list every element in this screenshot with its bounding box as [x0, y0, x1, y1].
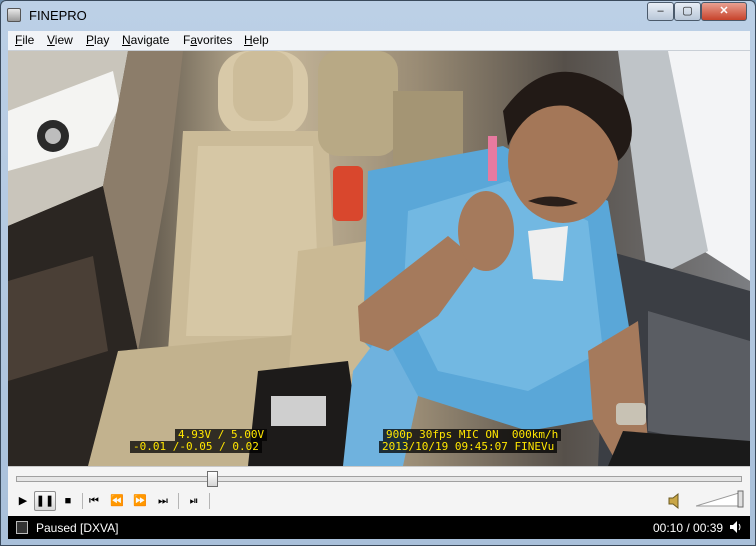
time-display: 00:10 / 00:39	[653, 521, 724, 535]
menu-help[interactable]: Help	[244, 33, 269, 47]
osd-timestamp: 2013/10/19 09:45:07 FINEVu	[379, 441, 558, 453]
volume-slider[interactable]	[696, 490, 744, 508]
menu-file[interactable]: File	[15, 33, 34, 47]
menu-view[interactable]: View	[47, 33, 73, 47]
stop-button[interactable]: ■	[57, 491, 79, 511]
close-button[interactable]: ✕	[701, 2, 747, 21]
menu-bar: File View Play Navigate Favorites Help	[8, 31, 750, 51]
separator	[178, 493, 179, 509]
file-icon	[16, 521, 28, 534]
seek-bar[interactable]	[16, 476, 742, 482]
title-bar[interactable]: FINEPRO ‒ ▢ ✕	[1, 1, 755, 29]
playback-controls: ▶ ❚❚ ■ ⏮ ⏪ ⏩ ⏭ ⏯	[8, 466, 750, 516]
menu-navigate[interactable]: Navigate	[122, 33, 169, 47]
minimize-button[interactable]: ‒	[647, 2, 674, 21]
menu-play[interactable]: Play	[86, 33, 109, 47]
pause-button[interactable]: ❚❚	[34, 491, 56, 511]
dashcam-scene	[8, 51, 750, 466]
next-button[interactable]: ⏭	[152, 491, 174, 511]
maximize-button[interactable]: ▢	[674, 2, 701, 21]
app-icon	[7, 8, 21, 22]
video-frame[interactable]: 4.93V / 5.00V -0.01 /-0.05 / 0.02 900p 3…	[8, 51, 750, 466]
play-button[interactable]: ▶	[12, 491, 34, 511]
separator	[209, 493, 210, 509]
osd-gsensor: -0.01 /-0.05 / 0.02	[130, 441, 262, 453]
fast-forward-button[interactable]: ⏩	[129, 491, 151, 511]
player-window: FINEPRO ‒ ▢ ✕ File View Play Navigate Fa…	[0, 0, 756, 546]
status-bar: Paused [DXVA] 00:10 / 00:39	[8, 516, 750, 539]
window-title: FINEPRO	[29, 8, 87, 23]
menu-favorites[interactable]: Favorites	[183, 33, 232, 47]
rewind-button[interactable]: ⏪	[106, 491, 128, 511]
status-text: Paused [DXVA]	[36, 521, 119, 535]
previous-button[interactable]: ⏮	[83, 491, 105, 511]
volume-icon[interactable]	[667, 492, 685, 510]
seek-thumb[interactable]	[206, 471, 218, 487]
speaker-icon[interactable]	[729, 520, 743, 534]
frame-step-button[interactable]: ⏯	[183, 491, 205, 511]
